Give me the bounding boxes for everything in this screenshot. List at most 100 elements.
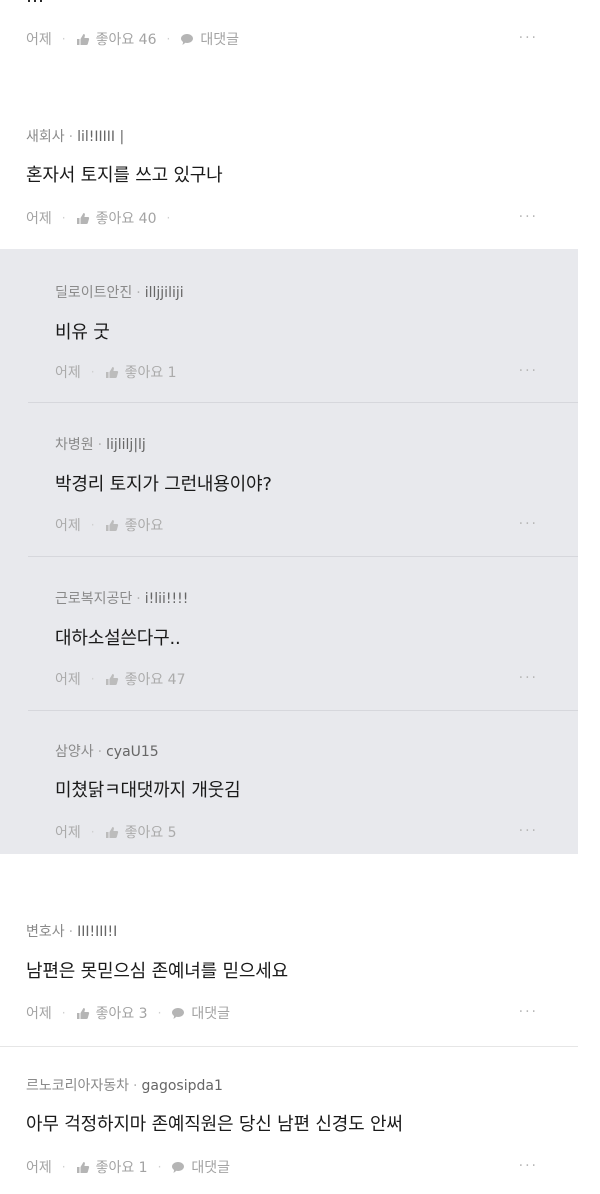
reply-text: 박경리 토지가 그런내용이야? [55, 474, 272, 495]
like-count: 좋아요 [124, 518, 164, 534]
company-name: 근로복지공단 [55, 591, 133, 607]
company-name: 차병원 [55, 437, 94, 453]
user-id: i!lii!!!! [144, 591, 189, 607]
speech-bubble-icon [171, 1161, 185, 1174]
reply-meta: 어제 · 좋아요 5 [55, 822, 177, 842]
more-options-icon[interactable]: ··· [519, 363, 538, 379]
comment-text: 남편은 못믿으심 존예녀를 믿으세요 [26, 961, 288, 982]
reply-button[interactable]: 대댓글 [171, 1003, 230, 1023]
company-name: 삼양사 [55, 744, 94, 760]
comment-text-partial: … [26, 0, 44, 7]
more-options-icon[interactable]: ··· [519, 209, 538, 225]
like-button[interactable]: 좋아요 40 [76, 208, 157, 228]
reply-item: 차병원 · lijlilj|lj 박경리 토지가 그런내용이야? 어제 · 좋아요 … [0, 403, 578, 557]
author-dot: · [97, 744, 103, 760]
more-options-icon[interactable]: ··· [519, 30, 538, 46]
speech-bubble-icon [171, 1007, 185, 1020]
comment-date: 어제 [26, 1160, 52, 1176]
more-options-icon[interactable]: ··· [519, 823, 538, 839]
reply-label: 대댓글 [191, 1006, 231, 1022]
reply-label: 대댓글 [191, 1160, 231, 1176]
reply-text: 미쳤닭ㅋ대댓까지 개웃김 [55, 780, 241, 801]
reply-author: 근로복지공단 · i!lii!!!! [55, 588, 188, 608]
reply-meta: 어제 · 좋아요 1 [55, 362, 177, 382]
author-dot: · [68, 924, 74, 940]
comment-date: 어제 [26, 1006, 52, 1022]
company-name: 르노코리아자동차 [26, 1078, 130, 1094]
like-count: 좋아요 5 [124, 825, 177, 841]
user-id: lijlilj|lj [106, 437, 146, 453]
reply-date: 어제 [55, 365, 81, 381]
reply-author: 딜로이트안진 · illjjiliji [55, 282, 184, 302]
reply-meta: 어제 · 좋아요 [55, 515, 163, 535]
thumbs-up-icon [76, 212, 90, 225]
more-options-icon[interactable]: ··· [519, 516, 538, 532]
reply-author: 차병원 · lijlilj|lj [55, 434, 146, 454]
comment-thread: … 어제 · 좋아요 46 · 대댓글 ··· 새회사·lil!IIIII | [0, 0, 600, 1194]
replies-container: 딜로이트안진 · illjjiliji 비유 굿 어제 · 좋아요 1 ··· 차병… [0, 249, 578, 854]
reply-item: 근로복지공단 · i!lii!!!! 대하소설쓴다구.. 어제 · 좋아요 47 ·… [0, 557, 578, 711]
comment-text: 아무 걱정하지마 존예직원은 당신 남편 신경도 안써 [26, 1114, 403, 1135]
reply-meta: 어제 · 좋아요 47 [55, 669, 186, 689]
reply-date: 어제 [55, 825, 81, 841]
meta-separator: · [157, 1006, 162, 1020]
like-count: 좋아요 3 [95, 1006, 148, 1022]
thumbs-up-icon [105, 673, 119, 686]
comment-meta: 어제 · 좋아요 3 · 대댓글 [26, 1003, 230, 1023]
like-button[interactable]: 좋아요 1 [105, 362, 177, 382]
company-name: 새회사 [26, 129, 65, 145]
like-button[interactable]: 좋아요 [105, 515, 164, 535]
meta-separator: · [90, 518, 95, 532]
reply-item: 삼양사 · cyaU15 미쳤닭ㅋ대댓까지 개웃김 어제 · 좋아요 5 ··· [0, 711, 578, 854]
author-dot: · [136, 591, 141, 607]
author-dot: · [133, 1078, 138, 1094]
reply-text: 대하소설쓴다구.. [55, 628, 181, 649]
thumbs-up-icon [105, 826, 119, 839]
speech-bubble-icon [180, 33, 194, 46]
more-options-icon[interactable]: ··· [519, 670, 538, 686]
thumbs-up-icon [76, 33, 90, 46]
thumbs-up-icon [105, 519, 119, 532]
reply-author: 삼양사 · cyaU15 [55, 741, 159, 761]
like-count: 좋아요 1 [124, 365, 177, 381]
thumbs-up-icon [76, 1007, 90, 1020]
reply-button[interactable]: 대댓글 [171, 1157, 230, 1177]
like-count: 좋아요 40 [95, 211, 157, 227]
meta-separator: · [166, 211, 171, 225]
author-dot: · [97, 437, 103, 453]
meta-separator: · [90, 825, 95, 839]
reply-button[interactable]: 대댓글 [180, 29, 239, 49]
comment-text: 혼자서 토지를 쓰고 있구나 [26, 165, 223, 186]
comment-item: 새회사 · lil!IIIII | 혼자서 토지를 쓰고 있구나 어제 · 좋아요 … [0, 110, 578, 250]
user-id: lil!IIIII | [77, 129, 125, 145]
like-button[interactable]: 좋아요 3 [76, 1003, 148, 1023]
like-count: 좋아요 46 [95, 32, 157, 48]
more-options-icon[interactable]: ··· [519, 1004, 538, 1020]
like-button[interactable]: 좋아요 47 [105, 669, 186, 689]
comment-item: 르노코리아자동차 · gagosipda1 아무 걱정하지마 존예직원은 당신 남편… [0, 1059, 578, 1194]
meta-separator: · [61, 1160, 66, 1174]
more-options-icon[interactable]: ··· [519, 1158, 538, 1174]
like-button[interactable]: 좋아요 46 [76, 29, 157, 49]
comment-meta: 어제 · 좋아요 46 · 대댓글 [26, 29, 239, 49]
user-id: III!III!I [77, 924, 118, 940]
company-name: 변호사 [26, 924, 65, 940]
company-name: 딜로이트안진 [55, 285, 133, 301]
thumbs-up-icon [105, 366, 119, 379]
like-count: 좋아요 1 [95, 1160, 148, 1176]
like-count: 좋아요 47 [124, 672, 186, 688]
reply-text: 비유 굿 [55, 322, 110, 343]
meta-separator: · [157, 1160, 162, 1174]
comment-author: 변호사 · III!III!I [26, 921, 117, 941]
reply-label: 대댓글 [200, 32, 239, 48]
author-dot: · [68, 129, 74, 145]
thumbs-up-icon [76, 1161, 90, 1174]
meta-separator: · [166, 32, 171, 46]
like-button[interactable]: 좋아요 1 [76, 1157, 148, 1177]
user-id: gagosipda1 [141, 1078, 223, 1094]
user-id: cyaU15 [106, 744, 159, 760]
like-button[interactable]: 좋아요 5 [105, 822, 177, 842]
meta-separator: · [61, 211, 66, 225]
meta-separator: · [90, 672, 95, 686]
comment-date: 어제 [26, 211, 52, 227]
